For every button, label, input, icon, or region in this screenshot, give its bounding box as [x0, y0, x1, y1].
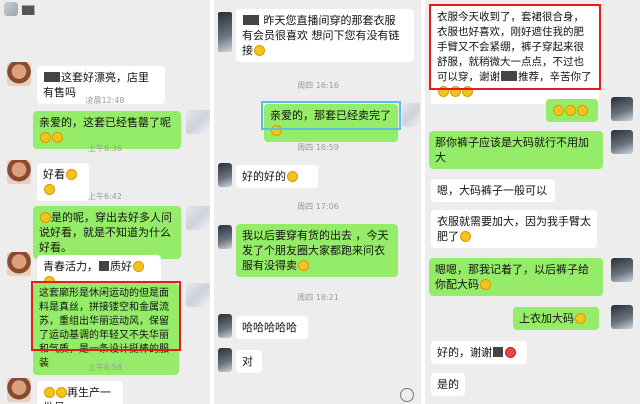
timestamp: 凌晨12:48	[85, 96, 125, 105]
message-bubble: 是的	[431, 373, 465, 396]
timestamp: 上午6:42	[88, 192, 122, 201]
emoji-icon	[56, 387, 67, 398]
highlight-box	[429, 4, 601, 90]
message-bubble-self: 是的呢，穿出去好多人问说好看，就是不知道为什么好看。	[33, 206, 181, 259]
contact-avatar	[4, 2, 18, 16]
message-bubble-self: 嗯嗯，那我记着了，以后裤子给你配大码	[429, 258, 603, 296]
customer-avatar	[218, 314, 232, 338]
seller-avatar	[611, 305, 633, 329]
rose-icon	[505, 347, 516, 358]
contact-name: ██	[22, 6, 35, 15]
message-bubble-self: 上衣加大码	[513, 307, 599, 330]
timestamp: 周四 18:21	[297, 293, 339, 302]
message-bubble: 好的，谢谢	[431, 341, 527, 364]
emoji-icon	[66, 169, 77, 180]
emoji-icon	[44, 387, 55, 398]
message-bubble: 对	[236, 350, 262, 373]
emoji-icon	[577, 105, 588, 116]
emoji-icon	[565, 105, 576, 116]
emoji-button-icon[interactable]	[400, 388, 414, 402]
customer-avatar	[218, 225, 232, 249]
message-bubble: 嗯，大码裤子一般可以	[431, 179, 555, 202]
customer-avatar	[218, 163, 232, 187]
message-bubble: 衣服就需要加大，因为我手臂太肥了	[431, 210, 597, 248]
emoji-icon	[44, 184, 55, 195]
emoji-icon	[298, 260, 309, 271]
message-bubble: 好的好的	[236, 165, 318, 188]
seller-avatar	[611, 130, 633, 154]
highlight-box	[31, 281, 181, 351]
emoji-icon	[40, 212, 51, 223]
chat-panel-3: 衣服今天收到了，套裙很合身，衣服也好喜欢，刚好遮住我的肥手臂又不会紧绷，裤子穿起…	[425, 0, 640, 404]
seller-avatar	[186, 206, 210, 230]
timestamp: 周四 16:59	[297, 143, 339, 152]
message-bubble-self: 那你裤子应该是大码就行不用加大	[429, 131, 603, 169]
seller-avatar	[402, 103, 420, 127]
customer-avatar	[7, 378, 31, 402]
timestamp: 上午6:36	[88, 144, 122, 153]
chat-panel-1: ██ 这套好漂亮，店里有售吗 凌晨12:48 亲爱的，这套已经售罄了呢 上午6:…	[0, 0, 210, 404]
highlight-box	[261, 101, 401, 130]
chat-panel-2: 昨天您直播间穿的那套衣服 有会员很喜欢 想问下您有没有链接 周四 16:16 亲…	[214, 0, 421, 404]
message-bubble: 再生产一批贝	[37, 381, 123, 404]
message-bubble: 昨天您直播间穿的那套衣服 有会员很喜欢 想问下您有没有链接	[236, 9, 414, 62]
emoji-icon	[480, 279, 491, 290]
customer-avatar	[7, 62, 31, 86]
redacted-mark	[44, 72, 60, 82]
emoji-icon	[133, 261, 144, 272]
message-bubble: 我以后要穿有货的出去 ，今天发了个朋友圈大家都跑来问衣服有没得卖	[236, 224, 398, 277]
emoji-icon	[575, 313, 586, 324]
timestamp: 周四 17:06	[297, 202, 339, 211]
timestamp: 周四 16:16	[297, 81, 339, 90]
emoji-icon	[40, 132, 51, 143]
emoji-icon	[553, 105, 564, 116]
seller-avatar	[611, 97, 633, 121]
customer-avatar	[7, 160, 31, 184]
emoji-icon	[460, 231, 471, 242]
seller-avatar	[186, 110, 210, 134]
customer-avatar	[218, 348, 232, 372]
emoji-icon	[287, 171, 298, 182]
redacted-mark	[243, 15, 259, 25]
redacted-mark	[99, 261, 109, 271]
redacted-mark	[493, 347, 503, 357]
seller-avatar	[611, 258, 633, 282]
customer-avatar	[7, 252, 31, 276]
message-bubble-self	[546, 99, 598, 122]
emoji-icon	[254, 45, 265, 56]
chat-screenshot-collage: ██ 这套好漂亮，店里有售吗 凌晨12:48 亲爱的，这套已经售罄了呢 上午6:…	[0, 0, 640, 404]
emoji-icon	[52, 132, 63, 143]
timestamp: 上午6:58	[88, 363, 122, 372]
seller-avatar	[186, 283, 210, 307]
customer-avatar	[218, 12, 232, 52]
message-bubble: 哈哈哈哈哈	[236, 316, 308, 339]
